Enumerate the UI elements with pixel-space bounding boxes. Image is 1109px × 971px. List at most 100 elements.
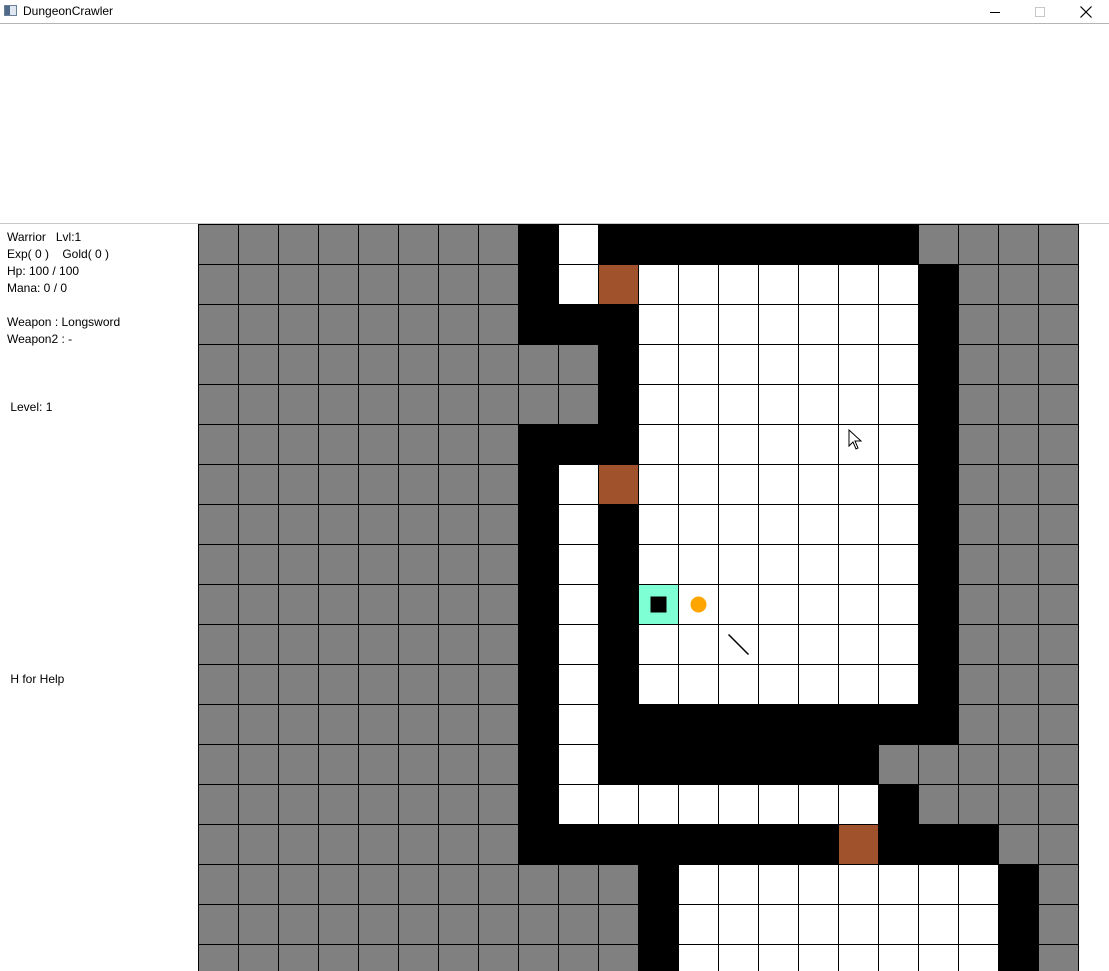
floor-tile	[798, 464, 839, 505]
floor-tile	[638, 544, 679, 585]
unexplored-tile	[918, 744, 959, 785]
wall-tile	[878, 704, 919, 745]
wall-tile	[558, 424, 599, 465]
unexplored-tile	[918, 224, 959, 265]
unexplored-tile	[198, 904, 239, 945]
unexplored-tile	[1038, 424, 1079, 465]
unexplored-tile	[398, 624, 439, 665]
unexplored-tile	[398, 704, 439, 745]
floor-tile	[758, 504, 799, 545]
unexplored-tile	[358, 584, 399, 625]
floor-tile	[758, 264, 799, 305]
unexplored-tile	[478, 744, 519, 785]
unexplored-tile	[398, 464, 439, 505]
unexplored-tile	[958, 544, 999, 585]
dungeon-map-canvas[interactable]	[198, 224, 1109, 971]
unexplored-tile	[358, 264, 399, 305]
unexplored-tile	[1038, 824, 1079, 865]
gold-coin-icon	[690, 596, 707, 613]
floor-tile	[798, 864, 839, 905]
floor-tile	[838, 664, 879, 705]
wall-tile	[638, 944, 679, 971]
close-button[interactable]	[1063, 0, 1109, 23]
unexplored-tile	[238, 624, 279, 665]
unexplored-tile	[598, 944, 639, 971]
wall-tile	[598, 424, 639, 465]
floor-tile	[638, 784, 679, 825]
wall-tile	[518, 464, 559, 505]
minimize-button[interactable]	[972, 0, 1018, 23]
wall-tile	[638, 704, 679, 745]
unexplored-tile	[998, 784, 1039, 825]
floor-tile	[798, 664, 839, 705]
title-bar[interactable]: DungeonCrawler	[0, 0, 1109, 24]
floor-tile	[718, 504, 759, 545]
floor-tile	[558, 784, 599, 825]
unexplored-tile	[958, 304, 999, 345]
unexplored-tile	[558, 864, 599, 905]
unexplored-tile	[198, 224, 239, 265]
floor-tile	[878, 264, 919, 305]
unexplored-tile	[318, 504, 359, 545]
unexplored-tile	[318, 864, 359, 905]
unexplored-tile	[358, 824, 399, 865]
unexplored-tile	[478, 464, 519, 505]
unexplored-tile	[318, 744, 359, 785]
minimize-icon	[990, 11, 1000, 13]
unexplored-tile	[198, 664, 239, 705]
unexplored-tile	[278, 384, 319, 425]
floor-tile	[758, 464, 799, 505]
floor-tile	[758, 544, 799, 585]
maximize-button[interactable]	[1017, 0, 1063, 23]
unexplored-tile	[198, 944, 239, 971]
unexplored-tile	[238, 904, 279, 945]
unexplored-tile	[1038, 704, 1079, 745]
unexplored-tile	[478, 424, 519, 465]
floor-tile	[678, 944, 719, 971]
unexplored-tile	[238, 464, 279, 505]
wall-tile	[878, 824, 919, 865]
unexplored-tile	[318, 264, 359, 305]
unexplored-tile	[198, 864, 239, 905]
unexplored-tile	[358, 544, 399, 585]
wall-tile	[758, 744, 799, 785]
wall-tile	[518, 544, 559, 585]
wall-tile	[518, 424, 559, 465]
unexplored-tile	[398, 544, 439, 585]
weapon-text: Weapon : Longsword	[7, 315, 121, 329]
wall-tile	[998, 864, 1039, 905]
floor-tile	[718, 944, 759, 971]
unexplored-tile	[198, 584, 239, 625]
floor-tile	[718, 584, 759, 625]
floor-tile	[838, 464, 879, 505]
unexplored-tile	[358, 744, 399, 785]
floor-tile	[558, 744, 599, 785]
wall-tile	[838, 224, 879, 265]
wall-tile	[878, 784, 919, 825]
help-hint-text: H for Help	[7, 672, 65, 686]
unexplored-tile	[1038, 584, 1079, 625]
dungeon-map[interactable]	[198, 224, 1109, 971]
floor-tile	[798, 944, 839, 971]
unexplored-tile	[318, 464, 359, 505]
wall-tile	[918, 704, 959, 745]
wall-tile	[598, 504, 639, 545]
unexplored-tile	[278, 824, 319, 865]
unexplored-tile	[1038, 344, 1079, 385]
floor-tile	[558, 584, 599, 625]
wall-tile	[598, 664, 639, 705]
floor-tile	[838, 504, 879, 545]
unexplored-tile	[238, 424, 279, 465]
floor-tile	[758, 304, 799, 345]
door-tile	[838, 824, 879, 865]
unexplored-tile	[318, 704, 359, 745]
unexplored-tile	[198, 384, 239, 425]
wall-tile	[638, 224, 679, 265]
floor-tile	[718, 664, 759, 705]
unexplored-tile	[558, 384, 599, 425]
unexplored-tile	[958, 424, 999, 465]
unexplored-tile	[318, 784, 359, 825]
floor-tile	[718, 864, 759, 905]
unexplored-tile	[558, 944, 599, 971]
floor-tile	[838, 904, 879, 945]
